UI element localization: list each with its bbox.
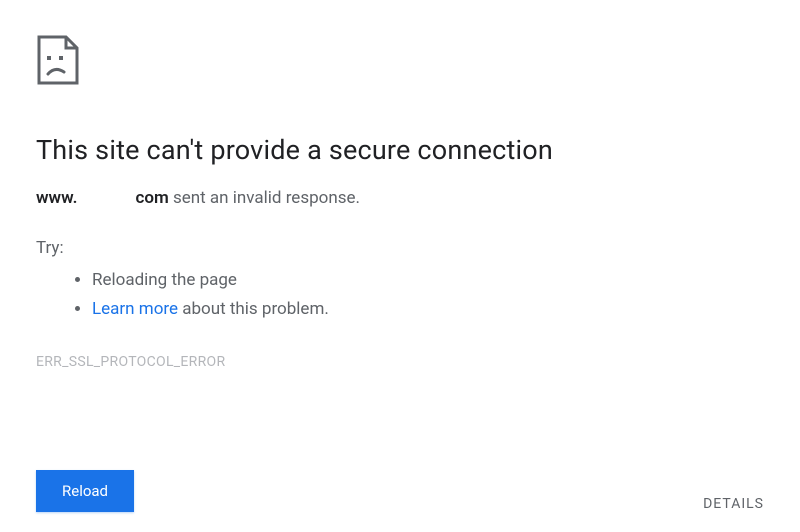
host-suffix: com [135,188,168,208]
sad-page-icon [36,34,764,86]
list-item: Reloading the page [92,266,764,295]
error-subtext: www. com sent an invalid response. [36,188,764,208]
reload-button[interactable]: Reload [36,470,134,512]
error-heading: This site can't provide a secure connect… [36,134,764,166]
suggestion-reload: Reloading the page [92,270,237,290]
learn-more-link[interactable]: Learn more [92,299,178,319]
error-page: This site can't provide a secure connect… [0,0,800,370]
list-item: Learn more about this problem. [92,295,764,324]
try-label: Try: [36,238,764,258]
footer: Reload DETAILS [36,470,764,512]
details-button[interactable]: DETAILS [703,490,764,512]
response-text: sent an invalid response. [169,188,360,208]
suggestions-list: Reloading the page Learn more about this… [36,266,764,324]
host-prefix: www. [36,188,77,208]
suggestion-learn-more-rest: about this problem. [178,299,329,319]
error-code: ERR_SSL_PROTOCOL_ERROR [36,354,764,370]
